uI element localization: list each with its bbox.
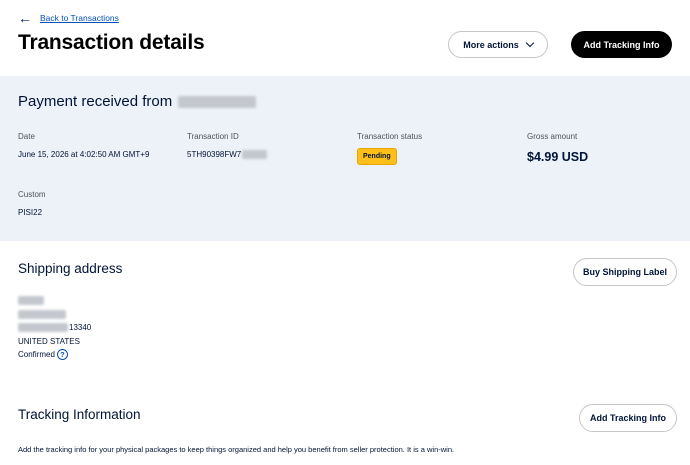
address-street-redacted — [18, 310, 66, 319]
add-tracking-info-button[interactable]: Add Tracking Info — [571, 31, 672, 58]
transaction-id-label: Transaction ID — [187, 132, 239, 141]
custom-value: PISI22 — [18, 208, 43, 217]
status-badge: Pending — [357, 148, 397, 165]
transaction-id-value: 5TH90398FW7 — [187, 150, 242, 159]
date-value: June 15, 2026 at 4:02:50 AM GMT+9 — [18, 150, 150, 159]
shipping-address-title: Shipping address — [18, 261, 123, 276]
more-actions-button[interactable]: More actions — [448, 31, 548, 58]
payment-title: Payment received from — [18, 93, 257, 110]
more-actions-label: More actions — [463, 39, 519, 50]
address-confirmed-label: Confirmed — [18, 350, 55, 359]
address-line-city: 13340 — [18, 323, 91, 332]
address-line-street — [18, 310, 66, 319]
transaction-id: 5TH90398FW7 — [187, 150, 268, 159]
buy-shipping-label-button[interactable]: Buy Shipping Label — [573, 258, 677, 286]
tracking-description: Add the tracking info for your physical … — [18, 445, 455, 454]
address-city-redacted — [18, 323, 68, 332]
back-to-transactions-link[interactable]: Back to Transactions — [40, 13, 119, 23]
gross-amount-value: $4.99 USD — [527, 150, 589, 164]
transaction-id-redacted — [242, 150, 268, 159]
page-title: Transaction details — [18, 31, 205, 54]
arrow-left-icon[interactable]: ← — [18, 11, 32, 25]
address-zip-suffix: 13340 — [69, 323, 92, 332]
add-tracking-info-section-button[interactable]: Add Tracking Info — [579, 404, 677, 432]
chevron-down-icon — [525, 38, 534, 47]
status-label: Transaction status — [357, 132, 423, 141]
gross-amount-label: Gross amount — [527, 132, 578, 141]
back-to-transactions[interactable]: ← Back to Transactions — [18, 11, 119, 25]
address-country: UNITED STATES — [18, 337, 80, 346]
question-circle-icon[interactable]: ? — [56, 349, 68, 360]
address-confirmed: Confirmed ? — [18, 349, 68, 360]
address-line-name — [18, 296, 44, 305]
custom-label: Custom — [18, 190, 46, 199]
tracking-information-title: Tracking Information — [18, 407, 141, 422]
payment-summary-panel: Payment received from Date June 15, 2026… — [0, 76, 690, 241]
date-label: Date — [18, 132, 35, 141]
address-name-redacted — [18, 296, 44, 305]
payment-title-text: Payment received from — [18, 93, 173, 110]
payer-name-redacted — [178, 95, 257, 108]
